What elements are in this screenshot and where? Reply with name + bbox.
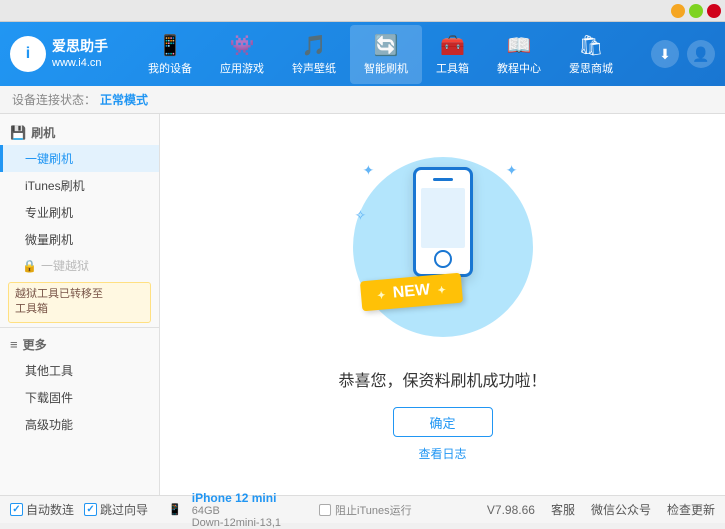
sidebar-item-pro-flash[interactable]: 专业刷机 (0, 199, 159, 226)
music-icon: 🎵 (302, 33, 327, 58)
games-icon: 👾 (230, 33, 255, 58)
flash-section-icon: 💾 (10, 125, 26, 141)
user-button[interactable]: 👤 (687, 40, 715, 68)
device-info: 📱 (168, 503, 182, 516)
logo-icon: i (10, 36, 46, 72)
logo-area: i 爱思助手 www.i4.cn (10, 36, 120, 72)
sidebar-item-itunes-flash[interactable]: iTunes刷机 (0, 172, 159, 199)
tutorials-icon: 📖 (507, 33, 532, 58)
stop-itunes-checkbox[interactable] (319, 504, 331, 516)
main-layout: 💾 刷机 一键刷机 iTunes刷机 专业刷机 微量刷机 🔒 一键越狱 越狱工具… (0, 114, 725, 495)
sidebar: 💾 刷机 一键刷机 iTunes刷机 专业刷机 微量刷机 🔒 一键越狱 越狱工具… (0, 114, 160, 495)
nav-ringtones[interactable]: 🎵 铃声壁纸 (278, 25, 350, 84)
header-right: ⬇ 👤 (651, 40, 715, 68)
phone-illustration: ✦ ✦ ✧ NEW (343, 147, 543, 347)
stop-itunes-area: 阻止iTunes运行 (311, 499, 420, 521)
nav-my-device[interactable]: 📱 我的设备 (134, 25, 206, 84)
nav-smart-flash[interactable]: 🔄 智能刷机 (350, 25, 422, 84)
refresh-icon: 🔄 (374, 33, 399, 58)
nav-toolbox[interactable]: 🧰 工具箱 (422, 25, 483, 84)
version-label: V7.98.66 (487, 503, 535, 517)
sidebar-item-other-tools[interactable]: 其他工具 (0, 357, 159, 384)
sidebar-section-more: ≡ 更多 (0, 332, 159, 357)
sidebar-item-advanced[interactable]: 高级功能 (0, 411, 159, 438)
close-button[interactable] (707, 4, 721, 18)
nav-istore[interactable]: 🛍 爱思商城 (555, 25, 627, 84)
bottom-right: V7.98.66 客服 微信公众号 检查更新 (487, 501, 715, 518)
toolbox-icon: 🧰 (440, 33, 465, 58)
skip-wizard-checkbox-box[interactable] (84, 503, 97, 516)
success-message: 恭喜您，保资料刷机成功啦！ (338, 367, 546, 391)
minimize-button[interactable] (671, 4, 685, 18)
nav-tutorials[interactable]: 📖 教程中心 (483, 25, 555, 84)
sidebar-item-jailbreak-disabled: 🔒 一键越狱 (0, 253, 159, 278)
auto-close-checkbox[interactable]: 自动数连 (10, 501, 74, 518)
download-button[interactable]: ⬇ (651, 40, 679, 68)
sidebar-item-one-click-flash[interactable]: 一键刷机 (0, 145, 159, 172)
header: i 爱思助手 www.i4.cn 📱 我的设备 👾 应用游戏 🎵 铃声壁纸 🔄 … (0, 22, 725, 86)
phone-screen (421, 188, 465, 248)
store-icon: 🛍 (578, 33, 603, 58)
nav-apps-games[interactable]: 👾 应用游戏 (206, 25, 278, 84)
bottom-bar: 自动数连 跳过向导 📱 iPhone 12 mini 64GB Down-12m… (0, 495, 725, 523)
status-bar: 设备连接状态： 正常模式 (0, 86, 725, 114)
nav-bar: 📱 我的设备 👾 应用游戏 🎵 铃声壁纸 🔄 智能刷机 🧰 工具箱 📖 教程中心… (120, 25, 641, 84)
auto-close-checkbox-box[interactable] (10, 503, 23, 516)
lock-icon: 🔒 (22, 259, 37, 273)
customer-service-link[interactable]: 客服 (551, 501, 575, 518)
maximize-button[interactable] (689, 4, 703, 18)
phone-shape (413, 167, 473, 277)
logo-text: 爱思助手 www.i4.cn (52, 37, 108, 72)
title-bar (0, 0, 725, 22)
sidebar-notice: 越狱工具已转移至工具箱 (8, 282, 151, 323)
sidebar-item-download-firmware[interactable]: 下载固件 (0, 384, 159, 411)
confirm-button[interactable]: 确定 (393, 407, 493, 437)
skip-wizard-checkbox[interactable]: 跳过向导 (84, 501, 148, 518)
sidebar-divider (0, 327, 159, 328)
content-area: ✦ ✦ ✧ NEW 恭喜您，保资料刷机成功啦！ 确定 查看日志 (160, 114, 725, 495)
sparkle-icon-1: ✦ (363, 162, 375, 179)
check-update-link[interactable]: 检查更新 (667, 501, 715, 518)
sidebar-item-micro-flash[interactable]: 微量刷机 (0, 226, 159, 253)
sparkle-icon-2: ✦ (506, 162, 518, 179)
device-icon: 📱 (168, 503, 182, 516)
view-log-link[interactable]: 查看日志 (418, 445, 466, 462)
sidebar-section-flash: 💾 刷机 (0, 120, 159, 145)
phone-icon: 📱 (158, 33, 183, 58)
sparkle-icon-3: ✧ (355, 207, 367, 224)
wechat-link[interactable]: 微信公众号 (591, 501, 651, 518)
more-section-icon: ≡ (10, 337, 18, 352)
